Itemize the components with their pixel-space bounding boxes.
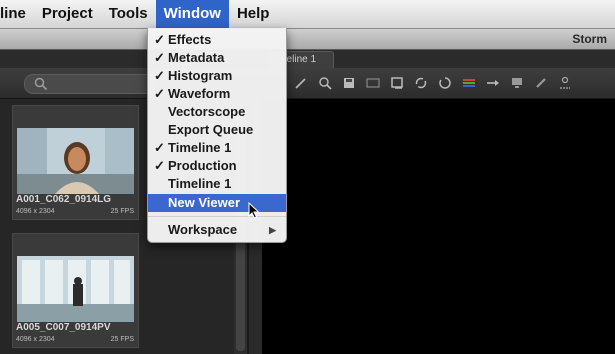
monitor-icon[interactable]: [362, 72, 384, 94]
menu-separator: [148, 216, 286, 217]
window-menu-dropdown: ✓ Effects ✓ Metadata ✓ Histogram ✓ Wavef…: [147, 28, 287, 243]
menu-item-metadata[interactable]: ✓ Metadata: [148, 49, 286, 67]
viewer-canvas[interactable]: [262, 99, 615, 354]
tab-strip: neline 1: [0, 50, 615, 68]
checkmark-icon: ✓: [154, 50, 165, 65]
checkmark-icon: ✓: [154, 140, 165, 155]
menu-item-effects[interactable]: ✓ Effects: [148, 31, 286, 49]
display-icon[interactable]: [506, 72, 528, 94]
clip-name: A005_C007_0914PV: [16, 322, 111, 333]
menu-item-vectorscope[interactable]: Vectorscope: [148, 103, 286, 121]
clip-card[interactable]: A005_C007_0914PV 4096 x 2304 25 FPS: [12, 233, 139, 348]
clip-thumbnail: [17, 128, 134, 194]
arrow-right-icon[interactable]: [482, 72, 504, 94]
rotate-icon[interactable]: [434, 72, 456, 94]
window-titlebar: Storm: [0, 29, 615, 50]
menu-item-export-queue[interactable]: Export Queue: [148, 121, 286, 139]
menu-item-histogram[interactable]: ✓ Histogram: [148, 67, 286, 85]
clip-resolution: 4096 x 2304: [16, 336, 55, 343]
menu-item-production[interactable]: ✓ Production: [148, 157, 286, 175]
menu-item-new-viewer[interactable]: New Viewer: [148, 194, 286, 212]
sync-icon[interactable]: [410, 72, 432, 94]
toolbar: [0, 68, 615, 99]
viewer-tools: [290, 72, 578, 94]
menu-window[interactable]: Window: [155, 0, 229, 28]
clip-name: A001_C062_0914LG: [16, 194, 112, 205]
save-icon[interactable]: [338, 72, 360, 94]
menu-item-timeline-1[interactable]: ✓ Timeline 1: [148, 139, 286, 157]
crop-icon[interactable]: [386, 72, 408, 94]
zoom-icon[interactable]: [314, 72, 336, 94]
clip-resolution: 4096 x 2304: [16, 208, 55, 215]
checkmark-icon: ✓: [154, 86, 165, 101]
checkmark-icon: ✓: [154, 32, 165, 47]
clip-fps: 25 FPS: [110, 336, 134, 343]
clip-fps: 25 FPS: [110, 208, 134, 215]
color-bars-icon[interactable]: [458, 72, 480, 94]
people-icon[interactable]: [554, 72, 576, 94]
menu-help[interactable]: Help: [229, 0, 278, 28]
menu-item-timeline-1-sub[interactable]: Timeline 1: [148, 175, 286, 193]
mouse-cursor-icon: [248, 201, 260, 224]
search-icon: [34, 77, 48, 96]
submenu-arrow-icon: ▶: [269, 225, 276, 235]
brush-icon[interactable]: [530, 72, 552, 94]
menu-project[interactable]: Project: [34, 0, 101, 28]
checkmark-icon: ✓: [154, 68, 165, 83]
checkmark-icon: ✓: [154, 158, 165, 173]
menu-timeline[interactable]: line: [0, 0, 34, 28]
menu-tools[interactable]: Tools: [101, 0, 156, 28]
search-input[interactable]: [24, 74, 156, 94]
app-title: Storm: [572, 32, 607, 46]
pencil-icon[interactable]: [290, 72, 312, 94]
menu-item-workspace[interactable]: Workspace ▶: [148, 221, 286, 239]
clip-card[interactable]: A001_C062_0914LG 4096 x 2304 25 FPS: [12, 105, 139, 220]
clip-thumbnail: [17, 256, 134, 322]
menubar: line Project Tools Window Help: [0, 0, 615, 29]
menu-item-waveform[interactable]: ✓ Waveform: [148, 85, 286, 103]
